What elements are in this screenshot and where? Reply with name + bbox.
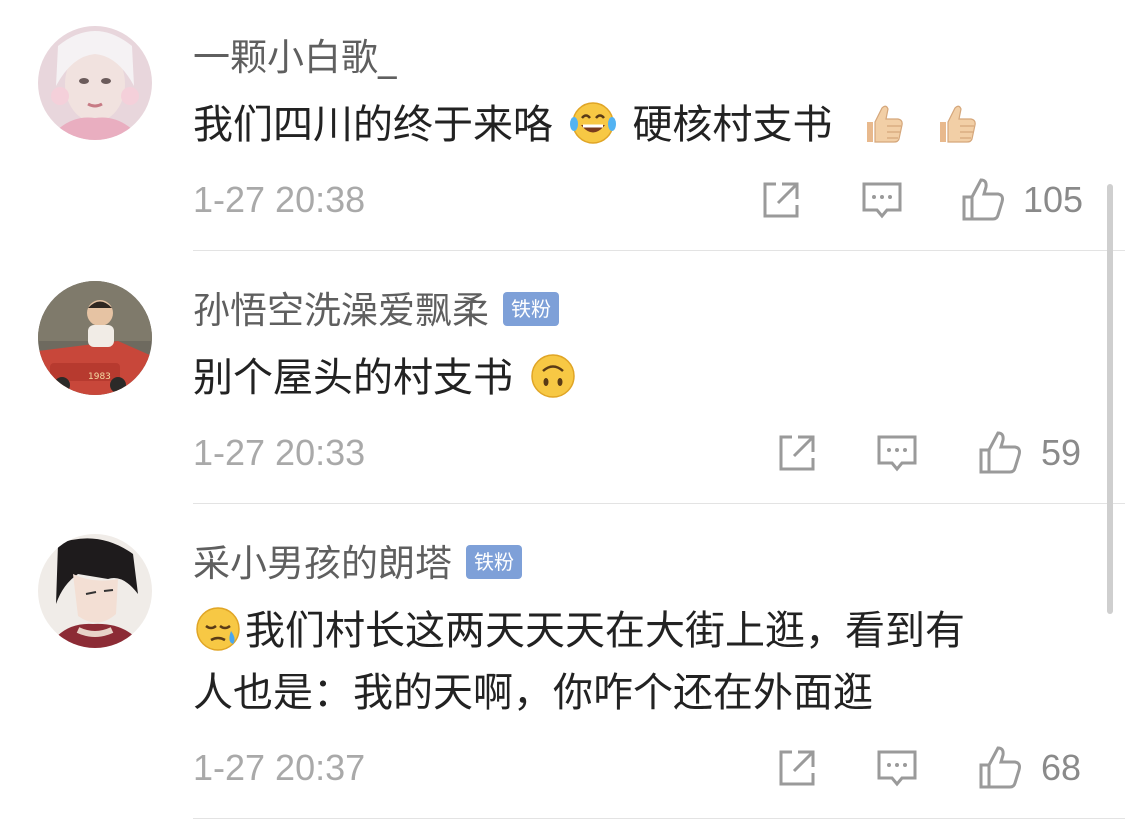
repost-icon[interactable] — [756, 175, 806, 225]
comment-text: 我们四川的终于来咯 硬核村支书 — [193, 94, 1093, 156]
comment-text-line: 人也是：我的天啊，你咋个还在外面逛 — [193, 670, 873, 716]
comment-text: 我们村长这两天天天在大街上逛，看到有 — [193, 600, 1093, 662]
like-icon[interactable] — [974, 428, 1024, 478]
comment-text: 别个屋头的村支书 — [193, 347, 1093, 409]
comment-time: 1-27 20:38 — [193, 179, 366, 220]
comment-text-part: 硬核村支书 — [632, 102, 833, 148]
comment-text-part: 别个屋头的村支书 — [193, 355, 513, 401]
comment-icon[interactable] — [872, 743, 922, 793]
username[interactable]: 采小男孩的朗塔 铁粉 — [193, 540, 522, 588]
comment-icon[interactable] — [872, 428, 922, 478]
like-icon[interactable] — [957, 175, 1007, 225]
comment-icon[interactable] — [857, 175, 907, 225]
upside-down-face-emoji-icon — [528, 351, 578, 401]
thumbs-up-emoji-icon — [930, 98, 980, 148]
divider — [193, 250, 1125, 251]
username[interactable]: 孙悟空洗澡爱飘柔 铁粉 — [193, 287, 559, 335]
avatar[interactable] — [38, 26, 152, 140]
username-text: 一颗小白歌_ — [193, 36, 397, 79]
comment-meta: 1-27 20:37 68 — [193, 743, 1093, 793]
scrollbar[interactable] — [1107, 184, 1113, 614]
sweat-sleepy-emoji-icon — [193, 604, 243, 654]
comment-meta: 1-27 20:38 105 — [193, 175, 1093, 225]
fan-badge: 铁粉 — [466, 544, 522, 579]
divider — [193, 818, 1125, 819]
username-text: 孙悟空洗澡爱飘柔 — [193, 289, 489, 332]
thumbs-up-emoji-icon — [857, 98, 907, 148]
comment-text-line: 我们村长这两天天天在大街上逛，看到有 — [245, 608, 965, 654]
comment-text-part: 我们四川的终于来咯 — [193, 102, 553, 148]
fan-badge: 铁粉 — [503, 291, 559, 326]
avatar[interactable]: 1983 — [38, 281, 152, 395]
like-count: 68 — [1041, 747, 1082, 788]
comment-time: 1-27 20:37 — [193, 747, 366, 788]
like-count: 59 — [1041, 432, 1082, 473]
repost-icon[interactable] — [772, 428, 822, 478]
like-count: 105 — [1023, 179, 1084, 220]
comment-text: 人也是：我的天啊，你咋个还在外面逛 — [193, 662, 1093, 724]
avatar[interactable] — [38, 534, 152, 648]
comment-meta: 1-27 20:33 59 — [193, 428, 1093, 478]
comment-time: 1-27 20:33 — [193, 432, 366, 473]
svg-text:1983: 1983 — [88, 372, 111, 382]
divider — [193, 503, 1125, 504]
laughing-crying-emoji-icon — [568, 98, 618, 148]
username[interactable]: 一颗小白歌_ — [193, 34, 397, 82]
repost-icon[interactable] — [772, 743, 822, 793]
like-icon[interactable] — [974, 743, 1024, 793]
username-text: 采小男孩的朗塔 — [193, 542, 452, 585]
